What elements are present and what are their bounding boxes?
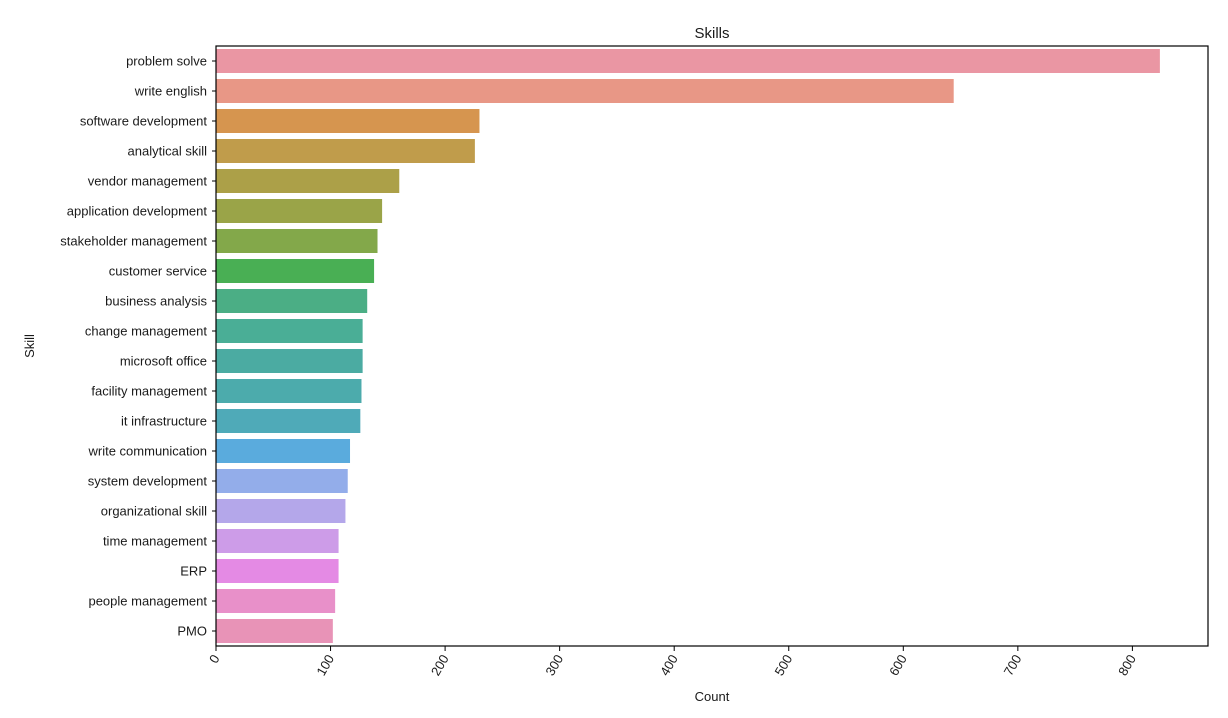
bar-organizational-skill: [216, 499, 346, 523]
chart-title: Skills: [694, 25, 729, 42]
y-tick-label: PMO: [177, 624, 207, 639]
x-tick-label: 800: [1115, 652, 1139, 678]
y-tick-label: facility management: [91, 384, 207, 399]
bar-time-management: [216, 529, 339, 553]
y-tick-label: write communication: [88, 444, 208, 459]
bar-facility-management: [216, 379, 362, 403]
bars-group: [216, 49, 1160, 643]
bar-system-development: [216, 469, 348, 493]
x-tick-label: 400: [657, 652, 681, 678]
bar-customer-service: [216, 259, 375, 283]
bar-write-communication: [216, 439, 351, 463]
y-tick-label: ERP: [180, 564, 207, 579]
bar-it-infrastructure: [216, 409, 361, 433]
bar-write-english: [216, 79, 954, 103]
bar-change-management: [216, 319, 363, 343]
y-tick-label: organizational skill: [101, 504, 207, 519]
x-tick-label: 600: [886, 652, 910, 678]
x-tick-label: 0: [206, 652, 223, 666]
x-ticks: 0 100 200 300 400 500 600 700 800: [206, 646, 1139, 678]
bar-microsoft-office: [216, 349, 363, 373]
x-tick-label: 100: [313, 652, 337, 678]
bar-application-development: [216, 199, 383, 223]
y-tick-label: time management: [103, 534, 207, 549]
y-tick-label: customer service: [109, 264, 207, 279]
bar-analytical-skill: [216, 139, 475, 163]
bar-problem-solve: [216, 49, 1160, 73]
y-tick-label: stakeholder management: [60, 234, 207, 249]
x-tick-label: 200: [428, 652, 452, 678]
y-tick-label: application development: [67, 204, 208, 219]
bar-erp: [216, 559, 339, 583]
skills-bar-chart: Skills problem solve write english softwar…: [22, 25, 1209, 704]
bar-pmo: [216, 619, 333, 643]
bar-business-analysis: [216, 289, 368, 313]
x-tick-label: 500: [772, 652, 796, 678]
bar-stakeholder-management: [216, 229, 378, 253]
y-tick-label: software development: [80, 114, 208, 129]
y-tick-label: it infrastructure: [121, 414, 207, 429]
y-tick-label: analytical skill: [128, 144, 208, 159]
bar-vendor-management: [216, 169, 400, 193]
x-axis-label: Count: [695, 689, 730, 704]
x-tick-label: 300: [542, 652, 566, 678]
y-tick-label: change management: [85, 324, 208, 339]
y-tick-label: microsoft office: [120, 354, 207, 369]
y-tick-label: write english: [134, 84, 207, 99]
x-tick-label: 700: [1001, 652, 1025, 678]
plot-frame: [215, 45, 1209, 647]
y-tick-label: problem solve: [126, 54, 207, 69]
y-tick-label: system development: [88, 474, 208, 489]
y-tick-label: people management: [88, 594, 207, 609]
bar-people-management: [216, 589, 336, 613]
y-tick-label: business analysis: [105, 294, 207, 309]
y-axis-label: Skill: [22, 334, 37, 358]
y-tick-labels: problem solve write english software devel…: [60, 54, 216, 639]
bar-software-development: [216, 109, 480, 133]
y-tick-label: vendor management: [88, 174, 208, 189]
